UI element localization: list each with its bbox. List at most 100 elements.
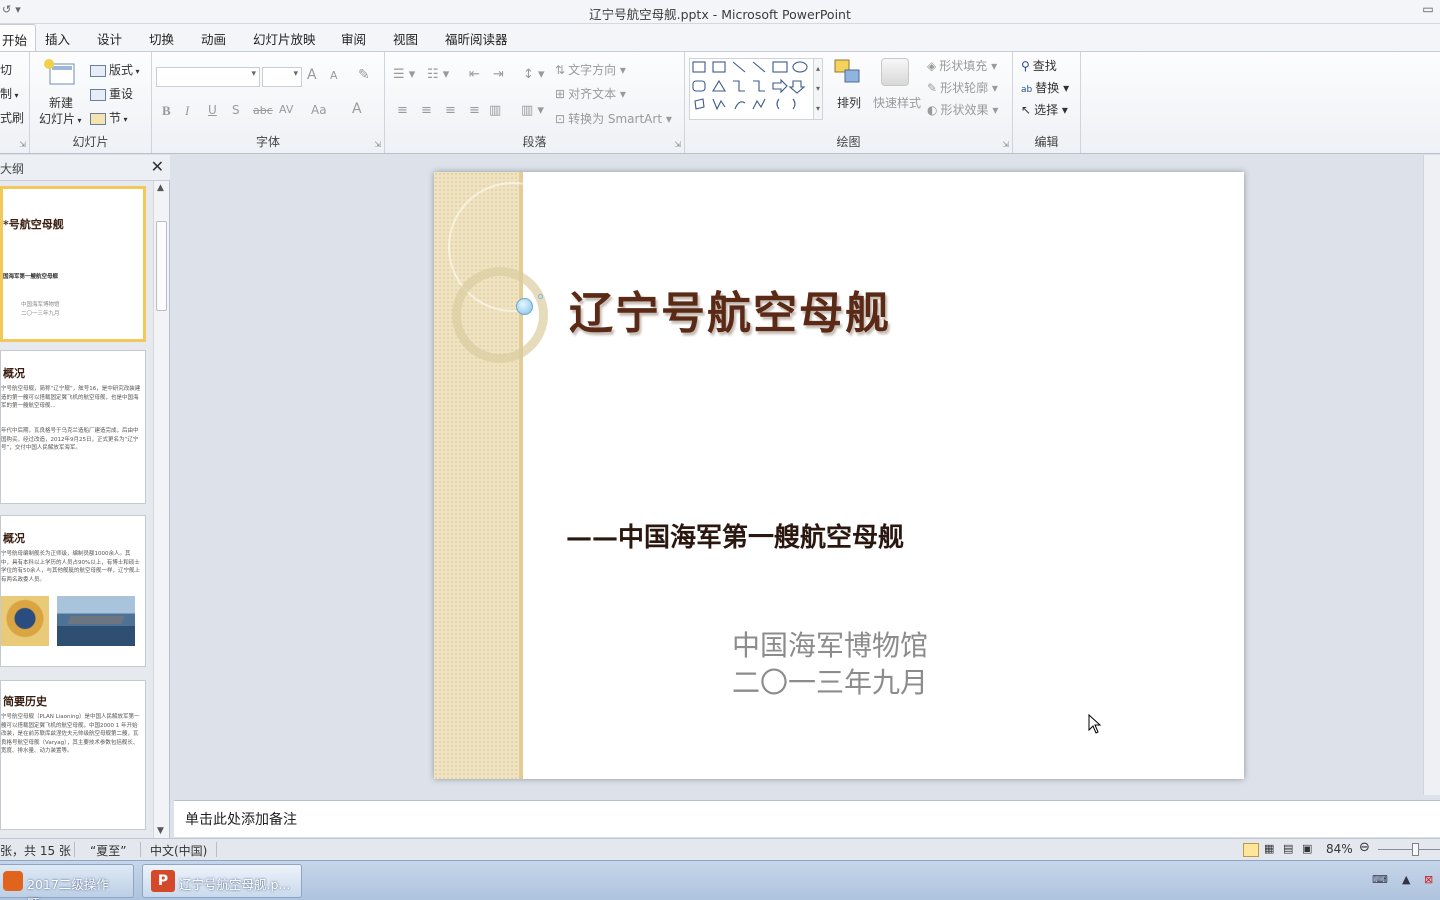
select-button[interactable]: ↖ 选择 ▾ [1021, 101, 1068, 118]
normal-view-icon[interactable] [1243, 843, 1259, 857]
theme-name[interactable]: “夏至” [90, 842, 126, 859]
scrollbar-thumb[interactable] [156, 221, 167, 311]
arrange-icon[interactable] [833, 58, 863, 91]
shape-fill-button[interactable]: ◈ 形状填充 ▾ [927, 57, 997, 74]
taskbar-item-powerpoint[interactable]: P 辽宁号航空母舰.p... [142, 864, 302, 898]
slide-thumbnail-3[interactable]: 概况 宁号航母编制舰长为正师级，编制员额1000余人。其中，具有本科以上学历的人… [0, 515, 146, 667]
shape-outline-button[interactable]: ✎ 形状轮廓 ▾ [927, 79, 998, 96]
replace-button[interactable]: ab 替换 ▾ [1021, 79, 1069, 96]
slide-title[interactable]: 辽宁号航空母舰 [569, 277, 891, 341]
align-right-icon[interactable]: ≡ [445, 103, 456, 118]
close-panel-icon[interactable]: ✕ [151, 157, 164, 176]
align-center-icon[interactable]: ≡ [421, 103, 432, 118]
scroll-down-icon[interactable]: ▼ [157, 826, 164, 836]
quick-styles-button[interactable]: 快速样式 [873, 94, 921, 111]
columns-icon[interactable]: ▥ ▾ [521, 103, 544, 118]
clear-format-icon[interactable]: ✎ [358, 67, 370, 83]
binoculars-icon: ⚲ [1021, 59, 1030, 73]
underline-button[interactable]: U [208, 103, 217, 117]
layout-button[interactable]: 版式 ▾ [90, 61, 140, 78]
slide-canvas[interactable]: 辽宁号航空母舰 ——中国海军第一艘航空母舰 中国海军博物馆 二〇一三年九月 [434, 172, 1244, 779]
numbering-icon[interactable]: ☷ ▾ [427, 67, 449, 82]
pen-icon: ✎ [927, 81, 938, 95]
font-size-combo[interactable] [262, 67, 302, 87]
shapes-gallery[interactable] [689, 58, 819, 120]
text-direction-button[interactable]: ⇅ 文字方向 ▾ [555, 61, 626, 78]
zoom-level[interactable]: 84% [1326, 842, 1353, 856]
tab-animations[interactable]: 动画 [201, 29, 226, 48]
gallery-scroll[interactable]: ▴ ▾ ▾ [813, 58, 823, 120]
cut-button[interactable]: 切 [0, 61, 12, 78]
language-indicator[interactable]: 中文(中国) [150, 842, 207, 859]
slide-org-date[interactable]: 中国海军博物馆 二〇一三年九月 [732, 627, 928, 701]
distributed-icon[interactable]: ▥ [489, 103, 501, 118]
notes-pane[interactable]: 单击此处添加备注 [174, 800, 1440, 837]
char-spacing-button[interactable]: AV [279, 103, 293, 116]
convert-smartart-button[interactable]: ⊡ 转换为 SmartArt ▾ [555, 110, 672, 127]
tab-insert[interactable]: 插入 [45, 29, 70, 48]
quick-styles-icon[interactable] [881, 58, 909, 86]
find-button[interactable]: ⚲ 查找 [1021, 57, 1057, 74]
slide-thumbnail-1[interactable]: *号航空母舰 国海军第一艘航空母舰 中国海军博物馆 二〇一三年九月 [0, 186, 146, 342]
shape-effects-button[interactable]: ◐ 形状效果 ▾ [927, 101, 998, 118]
zoom-out-icon[interactable]: ⊖ [1359, 840, 1370, 855]
tab-home[interactable]: 开始 [0, 24, 37, 52]
keyboard-tray-icon[interactable]: ⌨ [1372, 873, 1388, 886]
slide-thumbnail-2[interactable]: 概况 宁号航空母舰，简称“辽宁舰”，舷号16，是中研究改装建造的第一艘可以搭载固… [0, 350, 146, 504]
change-case-button[interactable]: Aa [311, 103, 327, 117]
minimize-button[interactable]: ▭ [1420, 2, 1436, 18]
justify-icon[interactable]: ≡ [469, 103, 480, 118]
slide-scrollbar[interactable] [1423, 155, 1440, 795]
increase-indent-icon[interactable]: ⇥ [493, 67, 504, 82]
bullets-icon[interactable]: ☰ ▾ [393, 67, 415, 82]
paragraph-group-label: 段落 [522, 135, 547, 149]
tab-view[interactable]: 视图 [393, 29, 418, 48]
reset-button[interactable]: 重设 [90, 85, 133, 102]
tab-transitions[interactable]: 切换 [149, 29, 174, 48]
tab-design[interactable]: 设计 [97, 29, 122, 48]
strikethrough-button[interactable]: abc [253, 104, 273, 117]
network-tray-icon[interactable]: ⊠ [1424, 873, 1433, 886]
shrink-font-button[interactable]: A [330, 69, 338, 82]
tab-foxit-reader[interactable]: 福昕阅读器 [445, 29, 508, 48]
show-hidden-icons-icon[interactable]: ▲ [1402, 873, 1410, 886]
grow-font-button[interactable]: A [307, 67, 317, 83]
align-left-icon[interactable]: ≡ [397, 103, 408, 118]
dialog-launcher-icon[interactable]: ⇲ [19, 140, 26, 149]
font-color-button[interactable]: A [352, 101, 362, 117]
slide-thumbnail-4[interactable]: 简要历史 宁号航空母舰（PLAN Liaoning）是中国人民解放军第一艘可以搭… [0, 680, 146, 830]
font-family-combo[interactable] [156, 67, 260, 87]
slide-subtitle[interactable]: ——中国海军第一艘航空母舰 [566, 517, 904, 554]
font-group: A A ✎ B I U S abc AV Aa A 字体 ⇲ [152, 52, 385, 153]
copy-button[interactable]: 制 ▾ [0, 85, 19, 102]
zoom-slider-thumb[interactable] [1412, 843, 1419, 856]
zoom-slider-track[interactable] [1378, 849, 1440, 850]
tab-review[interactable]: 审阅 [341, 29, 366, 48]
thumb-paragraph: 宁号航空母舰（PLAN Liaoning）是中国人民解放军第一艘可以搭载固定翼飞… [1, 714, 140, 754]
format-painter-button[interactable]: 式刷 [0, 109, 24, 126]
new-slide-icon[interactable] [42, 58, 76, 92]
arrange-button[interactable]: 排列 [837, 94, 861, 111]
new-slide-label[interactable]: 新建 [49, 94, 73, 111]
slideshow-icon[interactable]: ▣ [1302, 842, 1312, 855]
drawing-dialog-launcher-icon[interactable]: ⇲ [1002, 140, 1009, 149]
shadow-button[interactable]: S [232, 103, 240, 117]
replace-icon: ab [1021, 85, 1033, 95]
italic-button[interactable]: I [185, 103, 189, 119]
slide-sorter-icon[interactable]: ▦ [1264, 842, 1274, 855]
tab-slideshow[interactable]: 幻灯片放映 [253, 29, 316, 48]
slides-group-label: 幻灯片 [72, 135, 109, 149]
bold-button[interactable]: B [162, 103, 171, 119]
section-button[interactable]: 节 ▾ [90, 109, 128, 126]
scroll-up-icon[interactable]: ▲ [157, 183, 164, 193]
decrease-indent-icon[interactable]: ⇤ [469, 67, 480, 82]
align-text-button[interactable]: ⊞ 对齐文本 ▾ [555, 85, 626, 102]
thumbnail-scrollbar[interactable]: ▲ ▼ [153, 181, 169, 838]
font-dialog-launcher-icon[interactable]: ⇲ [374, 140, 381, 149]
new-slide-dropdown[interactable]: 幻灯片 ▾ [39, 110, 82, 127]
line-spacing-icon[interactable]: ↕ ▾ [523, 67, 545, 82]
reading-view-icon[interactable]: ▤ [1283, 842, 1293, 855]
taskbar-item-pdf[interactable]: 2017二级操作题... [0, 864, 134, 900]
paragraph-dialog-launcher-icon[interactable]: ⇲ [674, 140, 681, 149]
tab-outline[interactable]: 大纲 [0, 160, 24, 177]
